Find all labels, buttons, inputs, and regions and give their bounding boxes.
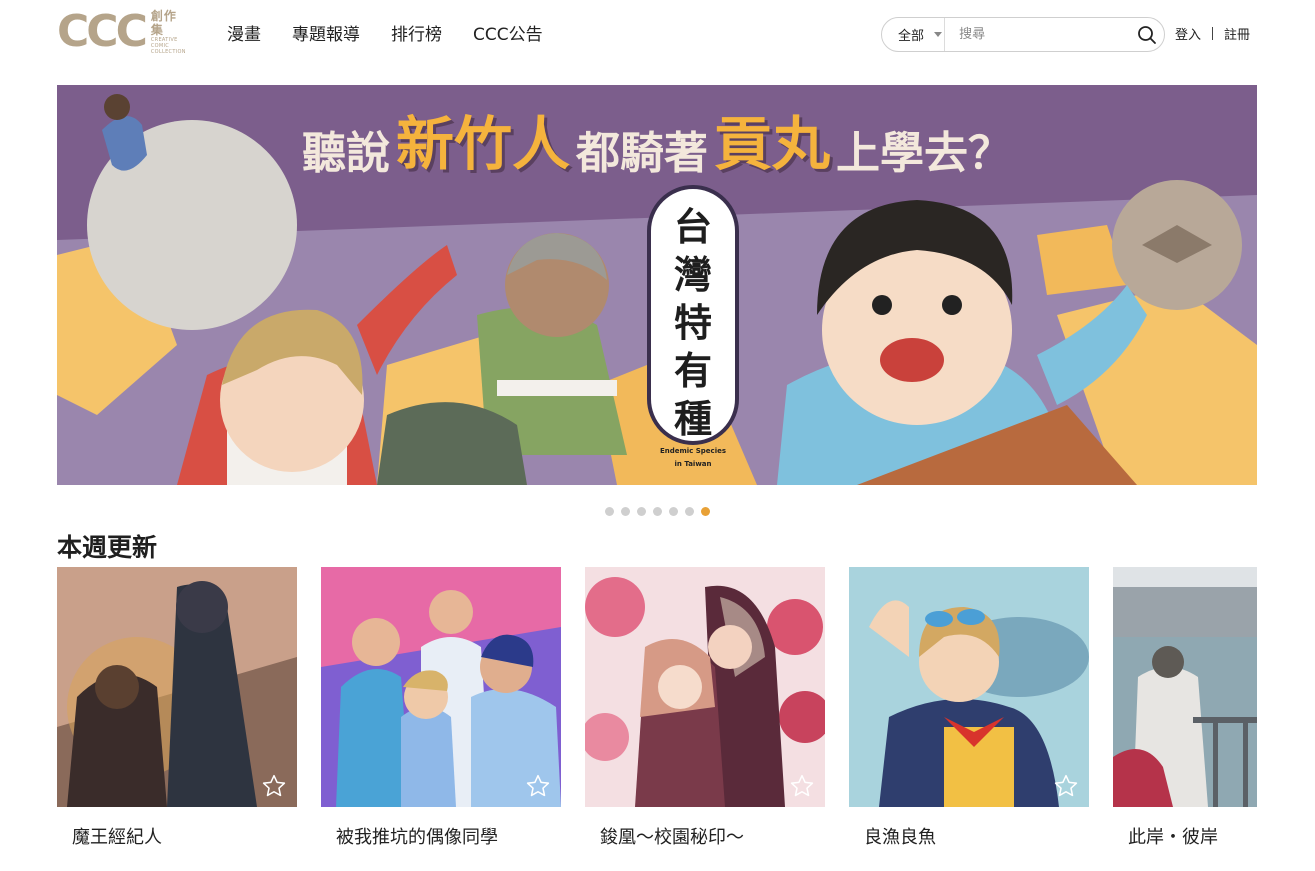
logo-english-line-1: CREATIVE COMIC xyxy=(150,37,178,49)
comic-card[interactable]: 鋑凰～校園秘印～ xyxy=(585,567,825,851)
search-category-label: 全部 xyxy=(898,29,925,44)
banner-headline-part-2: 新竹人 xyxy=(395,110,570,178)
carousel-dot[interactable] xyxy=(605,507,614,516)
series-title-card: 台 灣 特 有 種 Endemic Species in Taiwan xyxy=(647,185,739,468)
star-icon[interactable] xyxy=(789,773,815,799)
cover-art xyxy=(57,567,297,807)
logo-english-line-2: COLLECTION xyxy=(150,49,186,55)
register-link[interactable]: 註冊 xyxy=(1224,24,1250,43)
auth-divider xyxy=(1212,27,1214,40)
logo-mark: CCC xyxy=(57,6,148,57)
carousel-dot[interactable] xyxy=(685,507,694,516)
banner-headline-part-4: 貢丸 xyxy=(714,110,831,178)
auth-links: 登入 註冊 xyxy=(1175,24,1250,43)
logo-chinese-name: 創作集 xyxy=(150,9,177,37)
banner-headline-part-5: 上學去？ xyxy=(836,128,1013,179)
banner-headline-part-3: 都騎著 xyxy=(576,128,708,179)
comic-card[interactable]: 此岸・彼岸 xyxy=(1113,567,1257,851)
nav-item-rankings[interactable]: 排行榜 xyxy=(391,22,442,48)
search-icon xyxy=(1137,25,1156,44)
series-english-title-line-2: in Taiwan xyxy=(674,460,712,468)
section-title-weekly-updates: 本週更新 xyxy=(57,533,158,562)
carousel-dot[interactable] xyxy=(701,507,710,516)
cover-art xyxy=(585,567,825,807)
star-icon[interactable] xyxy=(1053,773,1079,799)
series-english-title-line-1: Endemic Species xyxy=(659,447,727,455)
series-title-char: 灣 xyxy=(673,252,712,297)
comic-card[interactable]: 魔王經紀人 xyxy=(57,567,297,851)
comic-title[interactable]: 良漁良魚 xyxy=(849,825,1089,851)
search-category-select[interactable]: 全部 xyxy=(882,18,946,51)
carousel-dot[interactable] xyxy=(653,507,662,516)
series-title-char: 特 xyxy=(673,300,712,345)
cover-art xyxy=(321,567,561,807)
comic-card[interactable]: 被我推坑的偶像同學 xyxy=(321,567,561,851)
series-title-char: 台 xyxy=(673,204,712,249)
cover-art xyxy=(849,567,1089,807)
carousel-pagination xyxy=(605,507,710,516)
comic-cover[interactable] xyxy=(585,567,825,807)
comic-title[interactable]: 被我推坑的偶像同學 xyxy=(321,825,561,851)
site-logo[interactable]: CCC 創作集 CREATIVE COMIC COLLECTION xyxy=(57,8,189,56)
nav-item-announcements[interactable]: CCC公告 xyxy=(473,22,543,48)
carousel-dot[interactable] xyxy=(637,507,646,516)
logo-wordmark: 創作集 CREATIVE COMIC COLLECTION xyxy=(151,9,189,55)
hero-banner[interactable]: 聽說 新竹人 都騎著 貢丸 上學去？ 台 灣 特 有 種 Endemic Spe… xyxy=(57,85,1257,485)
site-header: CCC 創作集 CREATIVE COMIC COLLECTION 漫畫 專題報… xyxy=(0,0,1315,70)
main-nav: 漫畫 專題報導 排行榜 CCC公告 xyxy=(227,22,543,48)
search-button[interactable] xyxy=(1129,18,1164,51)
login-link[interactable]: 登入 xyxy=(1175,24,1201,43)
banner-headline-part-1: 聽說 xyxy=(301,128,390,179)
series-title-char: 種 xyxy=(673,396,712,441)
comic-cover[interactable] xyxy=(1113,567,1257,807)
nav-item-comics[interactable]: 漫畫 xyxy=(227,22,261,48)
comic-title[interactable]: 此岸・彼岸 xyxy=(1113,825,1257,851)
search-input[interactable] xyxy=(945,18,1130,51)
caret-down-icon xyxy=(934,32,943,37)
search-bar: 全部 xyxy=(881,17,1165,52)
series-title-char: 有 xyxy=(673,348,712,393)
star-icon[interactable] xyxy=(261,773,287,799)
carousel-dot[interactable] xyxy=(669,507,678,516)
nav-item-features[interactable]: 專題報導 xyxy=(292,22,360,48)
weekly-updates-list: 魔王經紀人 被我推坑的偶像同學 鋑凰～校園秘印～ 良漁良魚 此岸・彼岸 xyxy=(57,567,1257,867)
carousel-dot[interactable] xyxy=(621,507,630,516)
comic-title[interactable]: 鋑凰～校園秘印～ xyxy=(585,825,825,851)
banner-headline: 聽說 新竹人 都騎著 貢丸 上學去？ xyxy=(57,85,1257,195)
comic-card[interactable]: 良漁良魚 xyxy=(849,567,1089,851)
comic-cover[interactable] xyxy=(849,567,1089,807)
comic-cover[interactable] xyxy=(57,567,297,807)
cover-art xyxy=(1113,567,1257,807)
comic-title[interactable]: 魔王經紀人 xyxy=(57,825,297,851)
comic-cover[interactable] xyxy=(321,567,561,807)
star-icon[interactable] xyxy=(525,773,551,799)
